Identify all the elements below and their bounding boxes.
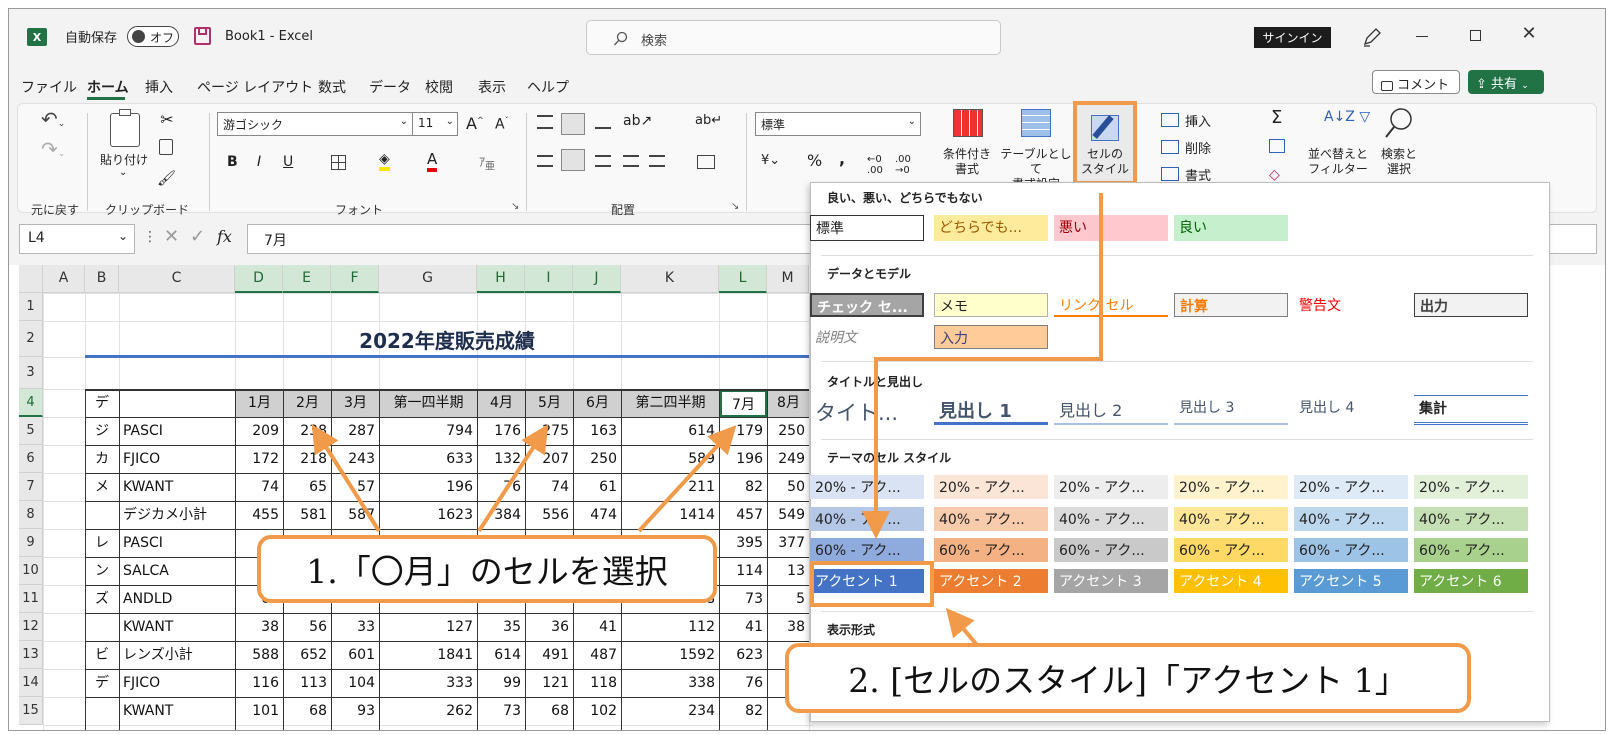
callout-step2: 2. [セルのスタイル]「アクセント 1」 — [785, 643, 1471, 713]
callout-arrows — [311, 193, 1103, 647]
excel-window: X 自動保存 オフ Book1 - Excel 検索 サインイン ✕ ファイルホ… — [8, 8, 1606, 731]
selected-style-highlight — [810, 561, 934, 607]
callout-step1: 1.「〇月」のセルを選択 — [257, 535, 717, 603]
